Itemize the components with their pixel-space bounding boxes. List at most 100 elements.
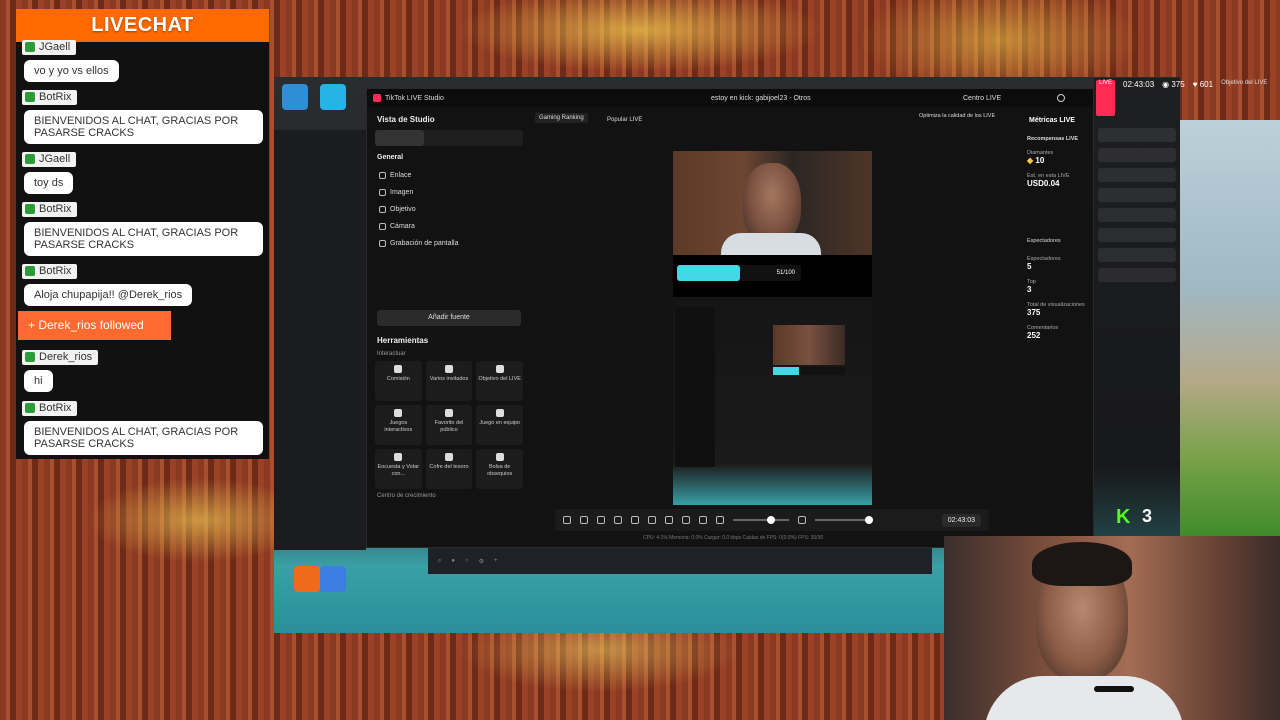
layout-split-option[interactable]: [474, 130, 523, 146]
tool-icon: [394, 453, 403, 461]
source-item[interactable]: Imagen: [373, 184, 525, 201]
search-icon[interactable]: ⌕: [438, 558, 441, 565]
tiktok-live-studio-window: TikTok LIVE Studio estoy en kick: gabijo…: [366, 88, 1094, 548]
screen-icon[interactable]: [614, 516, 622, 524]
tool-icon: [394, 365, 403, 373]
studio-view-selector[interactable]: Vista de Studio: [377, 115, 525, 124]
overlay-chat-row: [1098, 128, 1176, 142]
slider-knob[interactable]: [865, 516, 873, 524]
tools-grid: Comisión Varios invitados Objetivo del L…: [375, 361, 523, 489]
tool-favorito-button[interactable]: Favorito del público: [425, 405, 473, 445]
taskbar: ⌕ ● ○ ⚙ +: [428, 548, 932, 574]
plus-icon[interactable]: +: [494, 558, 498, 564]
gear-icon[interactable]: ⚙: [479, 558, 484, 565]
launcher-sidebar: [274, 130, 366, 550]
chat-text: toy ds: [24, 172, 74, 194]
optimize-quality-hint[interactable]: Optimiza la calidad de los LIVE: [919, 113, 995, 119]
headset-icon[interactable]: ○: [465, 558, 469, 564]
speaker-volume-slider[interactable]: [733, 516, 789, 524]
layout-landscape-option[interactable]: [424, 130, 473, 146]
tool-icon: [444, 365, 453, 373]
tool-icon: [444, 409, 453, 417]
nested-goal-bar: [773, 367, 845, 375]
speaker-icon[interactable]: [716, 516, 724, 524]
phone-icon[interactable]: [631, 516, 639, 524]
tool-bolsa-button[interactable]: Bolsa de obsequios: [476, 449, 523, 489]
layout-toggle[interactable]: [375, 130, 523, 146]
facecam: [944, 536, 1280, 720]
microphone-icon[interactable]: [798, 516, 806, 524]
studio-titlebar: TikTok LIVE Studio estoy en kick: gabijo…: [367, 89, 1093, 107]
settings-icon[interactable]: [1057, 94, 1065, 102]
overlay-stats: LIVE 02:43:03 ◉ 375 ♥ 601 Objetivo del L…: [1096, 80, 1276, 116]
slider-knob[interactable]: [767, 516, 775, 524]
live-badge: LIVE: [1096, 80, 1116, 116]
overlay-chat-row: [1098, 208, 1176, 222]
kick-viewer-count: 3: [1142, 506, 1153, 526]
tool-icon: [495, 409, 504, 417]
total-views-value: 375: [1027, 308, 1041, 317]
record-icon[interactable]: [648, 516, 656, 524]
source-label: Objetivo: [390, 206, 416, 213]
source-label: Imagen: [390, 189, 414, 196]
source-item[interactable]: Grabación de pantalla: [373, 235, 525, 252]
bot-badge-icon: [25, 92, 35, 102]
tool-encuesta-button[interactable]: Encuesta y Votar con...: [375, 449, 422, 489]
tool-invitados-button[interactable]: Varios invitados: [425, 361, 473, 401]
atk-hub-icon[interactable]: [294, 566, 320, 592]
tool-icon: [394, 409, 403, 417]
streamer-hair: [1032, 542, 1132, 586]
tool-comision-button[interactable]: Comisión: [375, 361, 422, 401]
overlay-live-time: 02:43:03: [1123, 80, 1155, 89]
scene-section-title[interactable]: General: [377, 154, 525, 161]
source-item[interactable]: Cámara: [373, 218, 525, 235]
chat-username: BotRix: [39, 265, 72, 277]
tool-juegos-button[interactable]: Juegos interactivos: [375, 405, 422, 445]
layout-portrait-option[interactable]: [375, 130, 425, 146]
monitor-icon[interactable]: [320, 84, 346, 110]
tool-icon: [495, 453, 504, 461]
chat-message: JGaell vo y yo vs ellos: [22, 39, 263, 82]
metrics-title[interactable]: Métricas LIVE: [1029, 117, 1093, 124]
gaming-ranking-tag[interactable]: Gaming Ranking: [535, 113, 588, 123]
livechat-title: LIVECHAT: [16, 9, 269, 42]
tools-subtitle: Interactuar: [377, 351, 406, 357]
chat-username: BotRix: [39, 91, 72, 103]
studio-toolbar: 02:43:03: [555, 509, 989, 531]
stream-title[interactable]: estoy en kick: gabijoel23 - Otros: [711, 95, 811, 102]
stream-preview[interactable]: 51/100: [673, 151, 872, 505]
broadcast-icon[interactable]: [665, 516, 673, 524]
overlay-goal-label: Objetivo del LIVE: [1221, 80, 1268, 86]
centro-live-button[interactable]: Centro LIVE: [963, 95, 1001, 102]
overlay-viewers: ◉ 375: [1162, 80, 1185, 89]
mic-volume-slider[interactable]: [815, 516, 873, 524]
tool-objetivo-button[interactable]: Objetivo del LIVE: [476, 361, 523, 401]
overlay-chat-row: [1098, 148, 1176, 162]
tool-equipo-button[interactable]: Juego en equipo: [476, 405, 523, 445]
mixer-icon[interactable]: [699, 516, 707, 524]
diamonds-count: 10: [1035, 156, 1045, 165]
live-duration: 02:43:03: [941, 513, 981, 527]
qbittorrent-icon[interactable]: [320, 566, 346, 592]
more-icon[interactable]: [682, 516, 690, 524]
mic-icon[interactable]: ●: [451, 558, 455, 564]
tool-icon: [444, 453, 453, 461]
effects-icon[interactable]: [580, 516, 588, 524]
magic-icon[interactable]: [563, 516, 571, 524]
nested-goal-fill: [773, 367, 799, 375]
layout-icon[interactable]: [597, 516, 605, 524]
recycle-bin-icon[interactable]: [282, 84, 308, 110]
popular-live-tag[interactable]: Popular LIVE: [607, 117, 642, 123]
add-source-button[interactable]: Añadir fuente: [377, 310, 521, 326]
user-badge-icon: [25, 42, 35, 52]
overlay-chat-row: [1098, 168, 1176, 182]
heart-icon: ♥: [1192, 80, 1198, 89]
streamer-shirt: [984, 676, 1184, 720]
tool-cofre-button[interactable]: Cofre del tesoro: [425, 449, 473, 489]
source-item[interactable]: Enlace: [373, 167, 525, 184]
overlay-chat-row: [1098, 248, 1176, 262]
source-item[interactable]: Objetivo: [373, 201, 525, 218]
chat-username: BotRix: [39, 203, 72, 215]
livechat-panel: LIVECHAT JGaell vo y yo vs ellos BotRix …: [16, 9, 269, 459]
studio-sidebar: Vista de Studio General Enlace Imagen Ob…: [373, 111, 525, 545]
